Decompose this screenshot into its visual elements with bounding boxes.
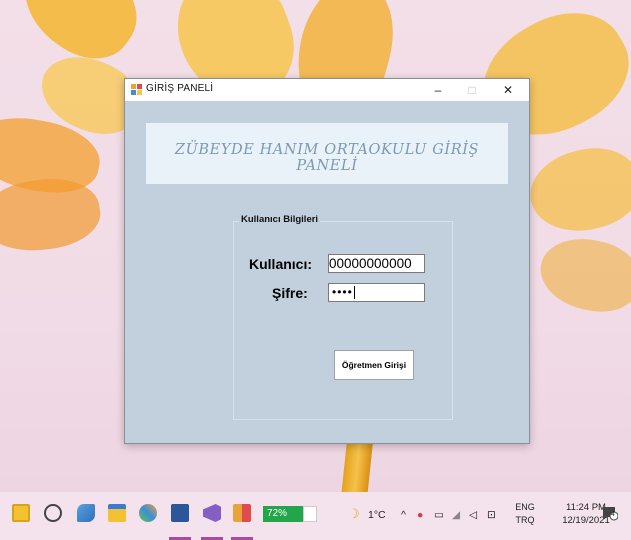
file-explorer-icon[interactable] [108,504,126,522]
password-value: •••• [332,285,353,299]
sticky-notes-icon[interactable] [12,504,30,522]
volume-icon[interactable]: ◁ [469,509,477,521]
banner-title: ZÜBEYDE HANIM ORTAOKULU GİRİŞ PANELİ [174,142,480,174]
winforms-app-icon[interactable] [233,504,251,522]
title-bar[interactable]: GİRİŞ PANELİ – □ ✕ [125,79,529,101]
maximize-button[interactable]: □ [455,79,489,101]
close-button[interactable]: ✕ [491,79,525,101]
username-value: 00000000000 [329,256,412,271]
snipping-icon[interactable] [44,504,62,522]
battery-indicator[interactable]: 72% [263,506,303,522]
minimize-button[interactable]: – [421,79,455,101]
password-field[interactable]: •••• [328,283,425,302]
notification-count: 4 [611,511,615,518]
group-legend: Kullanıcı Bilgileri [239,214,321,225]
weather-moon-icon[interactable]: ☽ [348,506,360,522]
taskbar: 72% ☽ 1°C ^ ● ▭ ◢ ◁ ⊡ ENG TRQ 11:24 PM 1… [0,492,631,540]
login-window: GİRİŞ PANELİ – □ ✕ ZÜBEYDE HANIM ORTAOKU… [124,78,530,444]
wifi-icon[interactable]: ◢ [452,509,460,521]
school-banner: ZÜBEYDE HANIM ORTAOKULU GİRİŞ PANELİ [146,123,508,184]
lang-secondary: TRQ [515,515,535,525]
lang-primary: ENG [515,502,535,512]
word-icon[interactable] [171,504,189,522]
password-label: Şifre: [272,285,308,301]
teacher-login-button[interactable]: Öğretmen Girişi [334,350,414,380]
notification-icon[interactable]: 4 [602,505,619,521]
antivirus-icon[interactable]: ● [417,509,423,521]
app-icon [131,84,142,95]
language-indicator[interactable]: ENG TRQ [512,501,538,527]
color-picker-icon[interactable] [139,504,157,522]
battery-remaining [303,506,317,522]
username-label: Kullanıcı: [249,256,313,272]
weather-temp[interactable]: 1°C [368,509,386,521]
gaming-icon[interactable] [77,504,95,522]
user-info-group: Kullanıcı Bilgileri [233,214,453,420]
visual-studio-icon[interactable] [203,504,221,522]
chevron-up-icon[interactable]: ^ [401,509,406,521]
display-icon[interactable]: ▭ [434,509,444,521]
username-field[interactable]: 00000000000 [328,254,425,273]
text-caret [353,286,355,300]
power-plug-icon[interactable]: ⊡ [487,509,496,521]
window-title: GİRİŞ PANELİ [146,83,214,94]
